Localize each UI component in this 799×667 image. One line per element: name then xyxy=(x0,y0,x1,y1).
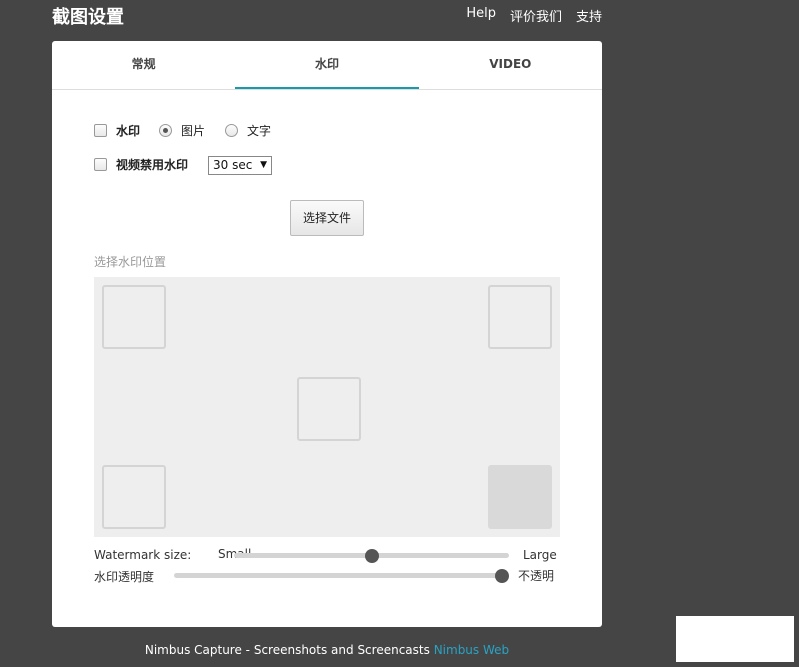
watermark-checkbox-label: 水印 xyxy=(116,124,141,138)
opacity-label: 水印透明度 xyxy=(94,570,155,584)
opacity-slider-track[interactable] xyxy=(174,573,502,578)
nimbus-web-link[interactable]: Nimbus Web xyxy=(434,643,509,657)
opacity-slider-thumb[interactable] xyxy=(495,569,509,583)
tab-bar: 常规 水印 VIDEO xyxy=(52,41,602,90)
opacity-max-label: 不透明 xyxy=(518,569,555,583)
video-disable-row: 视频禁用水印 xyxy=(94,156,188,173)
size-label: Watermark size: xyxy=(94,548,192,562)
top-bar: 截图设置 Help 评价我们 支持 xyxy=(0,0,799,36)
position-top-right[interactable] xyxy=(488,285,552,349)
image-radio[interactable] xyxy=(159,124,173,137)
position-bottom-right[interactable] xyxy=(488,465,552,529)
text-radio-label: 文字 xyxy=(247,124,272,138)
rate-us-link[interactable]: 评价我们 xyxy=(510,6,562,25)
choose-file-button[interactable]: 选择文件 xyxy=(290,200,364,236)
duration-select[interactable]: 30 sec ▼ xyxy=(208,156,272,175)
blank-panel xyxy=(676,616,794,662)
help-link[interactable]: Help xyxy=(466,6,496,25)
size-max-label: Large xyxy=(523,548,557,562)
position-grid xyxy=(94,277,560,537)
support-link[interactable]: 支持 xyxy=(576,6,602,25)
position-bottom-left[interactable] xyxy=(102,465,166,529)
size-slider-thumb[interactable] xyxy=(364,549,379,563)
page-title: 截图设置 xyxy=(52,7,124,28)
watermark-checkbox[interactable] xyxy=(94,124,107,137)
tab-general[interactable]: 常规 xyxy=(52,41,235,89)
footer: Nimbus Capture - Screenshots and Screenc… xyxy=(0,643,654,657)
text-radio[interactable] xyxy=(225,124,239,137)
dropdown-arrow-icon: ▼ xyxy=(260,160,267,170)
position-center[interactable] xyxy=(297,377,361,441)
video-disable-checkbox[interactable] xyxy=(94,158,107,171)
footer-text: Nimbus Capture - Screenshots and Screenc… xyxy=(144,643,430,657)
video-disable-label: 视频禁用水印 xyxy=(116,158,189,172)
image-radio-label: 图片 xyxy=(181,124,206,138)
duration-select-value: 30 sec xyxy=(213,158,253,172)
watermark-enable-row: 水印 图片 文字 xyxy=(94,122,271,139)
settings-panel: 常规 水印 VIDEO 水印 图片 文字 视频禁用水印 30 sec ▼ 选择文… xyxy=(52,41,602,627)
header-links: Help 评价我们 支持 xyxy=(466,6,602,25)
position-top-left[interactable] xyxy=(102,285,166,349)
tab-watermark[interactable]: 水印 xyxy=(235,41,419,89)
position-label: 选择水印位置 xyxy=(94,255,167,269)
tab-video[interactable]: VIDEO xyxy=(419,41,602,89)
